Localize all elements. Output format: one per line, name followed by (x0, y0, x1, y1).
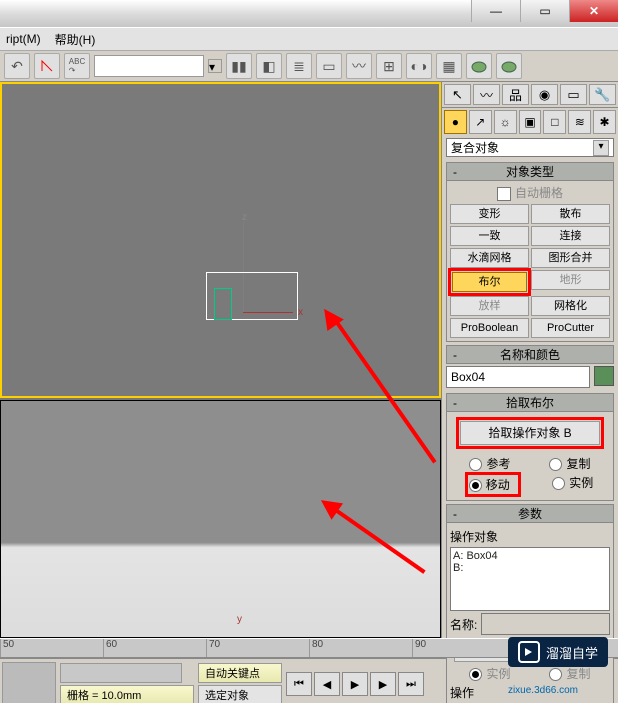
operands-label: 操作对象 (450, 528, 610, 545)
btn-proboolean[interactable]: ProBoolean (450, 318, 529, 338)
operand-name-field[interactable] (481, 613, 610, 635)
tab-motion[interactable]: ◉ (531, 84, 558, 105)
play-icon[interactable]: ▶ (342, 672, 368, 696)
btn-blobmesh[interactable]: 水滴网格 (450, 248, 529, 268)
watermark-url: zixue.3d66.com (498, 681, 588, 700)
curve-editor-icon[interactable]: 〰 (346, 53, 372, 79)
layer-manager-icon[interactable]: ▭ (316, 53, 342, 79)
viewport-top[interactable] (0, 82, 441, 398)
schematic-icon[interactable]: ⊞ (376, 53, 402, 79)
tab-hierarchy[interactable]: 品 (502, 84, 529, 105)
btn-procutter[interactable]: ProCutter (531, 318, 610, 338)
operands-listbox[interactable]: A: Box04 B: (450, 547, 610, 611)
window-close-button[interactable]: ✕ (569, 0, 618, 22)
radio-copy-param[interactable]: 复制 (549, 665, 590, 682)
prompt-area (2, 662, 56, 703)
menu-bar: ript(M) 帮助(H) (0, 27, 618, 51)
btn-shapemerge[interactable]: 图形合并 (531, 248, 610, 268)
align-icon[interactable]: ◧ (256, 53, 282, 79)
dropdown-label: 复合对象 (451, 139, 499, 156)
wireframe-box-inner[interactable] (214, 288, 232, 320)
btn-scatter[interactable]: 散布 (531, 204, 610, 224)
grid-readout: 栅格 = 10.0mm (60, 685, 194, 703)
cameras-category-icon[interactable]: ▣ (519, 110, 542, 134)
tab-display[interactable]: ▭ (560, 84, 587, 105)
radio-instance-param[interactable]: 实例 (469, 665, 510, 682)
window-titlebar: — ▭ ✕ (0, 0, 618, 27)
menu-help[interactable]: 帮助(H) (55, 31, 96, 48)
systems-category-icon[interactable]: ✱ (593, 110, 616, 134)
btn-boolean[interactable]: 布尔 (452, 272, 527, 292)
rollout-object-type-header[interactable]: - 对象类型 (446, 162, 614, 181)
axis-y-label: y (237, 614, 242, 625)
autogrid-checkbox[interactable]: 自动栅格 (450, 184, 610, 201)
shapes-category-icon[interactable]: ↗ (469, 110, 492, 134)
pick-operand-b-button[interactable]: 拾取操作对象 B (460, 421, 600, 445)
undo-icon[interactable]: ↶ (4, 53, 30, 79)
radio-instance[interactable]: 实例 (552, 474, 593, 495)
object-color-swatch[interactable] (594, 366, 614, 386)
collapse-icon: - (453, 348, 457, 362)
goto-end-icon[interactable]: ⏭ (398, 672, 424, 696)
viewport-perspective[interactable]: y (0, 400, 441, 638)
object-name-field[interactable]: Box04 (446, 366, 590, 388)
window-minimize-button[interactable]: — (471, 0, 520, 22)
geometry-type-dropdown[interactable]: 复合对象 ▾ (446, 138, 614, 157)
playback-controls: ⏮ ◀ ▶ ▶ ⏭ (286, 672, 424, 696)
render-teapot-icon[interactable] (466, 53, 492, 79)
collapse-icon: - (453, 165, 457, 179)
named-sets-dropdown-icon[interactable]: ▾ (208, 59, 222, 73)
named-sets-field[interactable] (94, 55, 204, 77)
spacewarps-category-icon[interactable]: ≋ (568, 110, 591, 134)
tab-create[interactable]: ↖ (444, 84, 471, 105)
btn-connect[interactable]: 连接 (531, 226, 610, 246)
rollout-name-color-header[interactable]: - 名称和颜色 (446, 345, 614, 364)
abc-icon[interactable]: ABC↷ (64, 53, 90, 79)
tab-utilities[interactable]: 🔧 (589, 84, 616, 105)
mirror-icon[interactable]: ▮▮ (226, 53, 252, 79)
goto-start-icon[interactable]: ⏮ (286, 672, 312, 696)
watermark-logo: 溜溜自学 (508, 637, 608, 667)
prev-frame-icon[interactable]: ◀ (314, 672, 340, 696)
rollout-pick-boolean-header[interactable]: - 拾取布尔 (446, 393, 614, 412)
viewport-area: y (0, 82, 441, 638)
btn-conform[interactable]: 一致 (450, 226, 529, 246)
next-frame-icon[interactable]: ▶ (370, 672, 396, 696)
radio-move[interactable]: 移动 (465, 472, 521, 497)
command-panel: ↖ 〰 品 ◉ ▭ 🔧 ● ↗ ☼ ▣ □ ≋ ✱ 复合对象 ▾ - 对象类型 … (441, 82, 618, 638)
window-maximize-button[interactable]: ▭ (520, 0, 569, 22)
menu-maxscript[interactable]: ript(M) (6, 32, 41, 46)
radio-reference[interactable]: 参考 (469, 455, 510, 472)
main-toolbar: ↶ ABC↷ ▾ ▮▮ ◧ ≣ ▭ 〰 ⊞ ◐◑ ▦ (0, 51, 618, 82)
autokey-button[interactable]: 自动关键点 (198, 663, 282, 683)
btn-loft[interactable]: 放样 (450, 296, 529, 316)
helpers-category-icon[interactable]: □ (543, 110, 566, 134)
tab-modify[interactable]: 〰 (473, 84, 500, 105)
name-label: 名称: (450, 616, 477, 633)
quick-render-icon[interactable] (496, 53, 522, 79)
lights-category-icon[interactable]: ☼ (494, 110, 517, 134)
collapse-icon: - (453, 396, 457, 410)
chevron-down-icon: ▾ (593, 140, 609, 156)
btn-mesher[interactable]: 网格化 (531, 296, 610, 316)
script-listener[interactable] (60, 663, 182, 683)
radio-copy[interactable]: 复制 (549, 455, 590, 472)
axis-icon[interactable] (34, 53, 60, 79)
btn-terrain[interactable]: 地形 (531, 270, 610, 290)
btn-morph[interactable]: 变形 (450, 204, 529, 224)
collapse-icon: - (453, 507, 457, 521)
geometry-category-icon[interactable]: ● (444, 110, 467, 134)
play-logo-icon (518, 641, 540, 663)
render-setup-icon[interactable]: ▦ (436, 53, 462, 79)
setkey-dropdown[interactable]: 选定对象 (198, 685, 282, 703)
layers-icon[interactable]: ≣ (286, 53, 312, 79)
rollout-parameters-header[interactable]: - 参数 (446, 504, 614, 523)
material-editor-icon[interactable]: ◐◑ (406, 53, 432, 79)
